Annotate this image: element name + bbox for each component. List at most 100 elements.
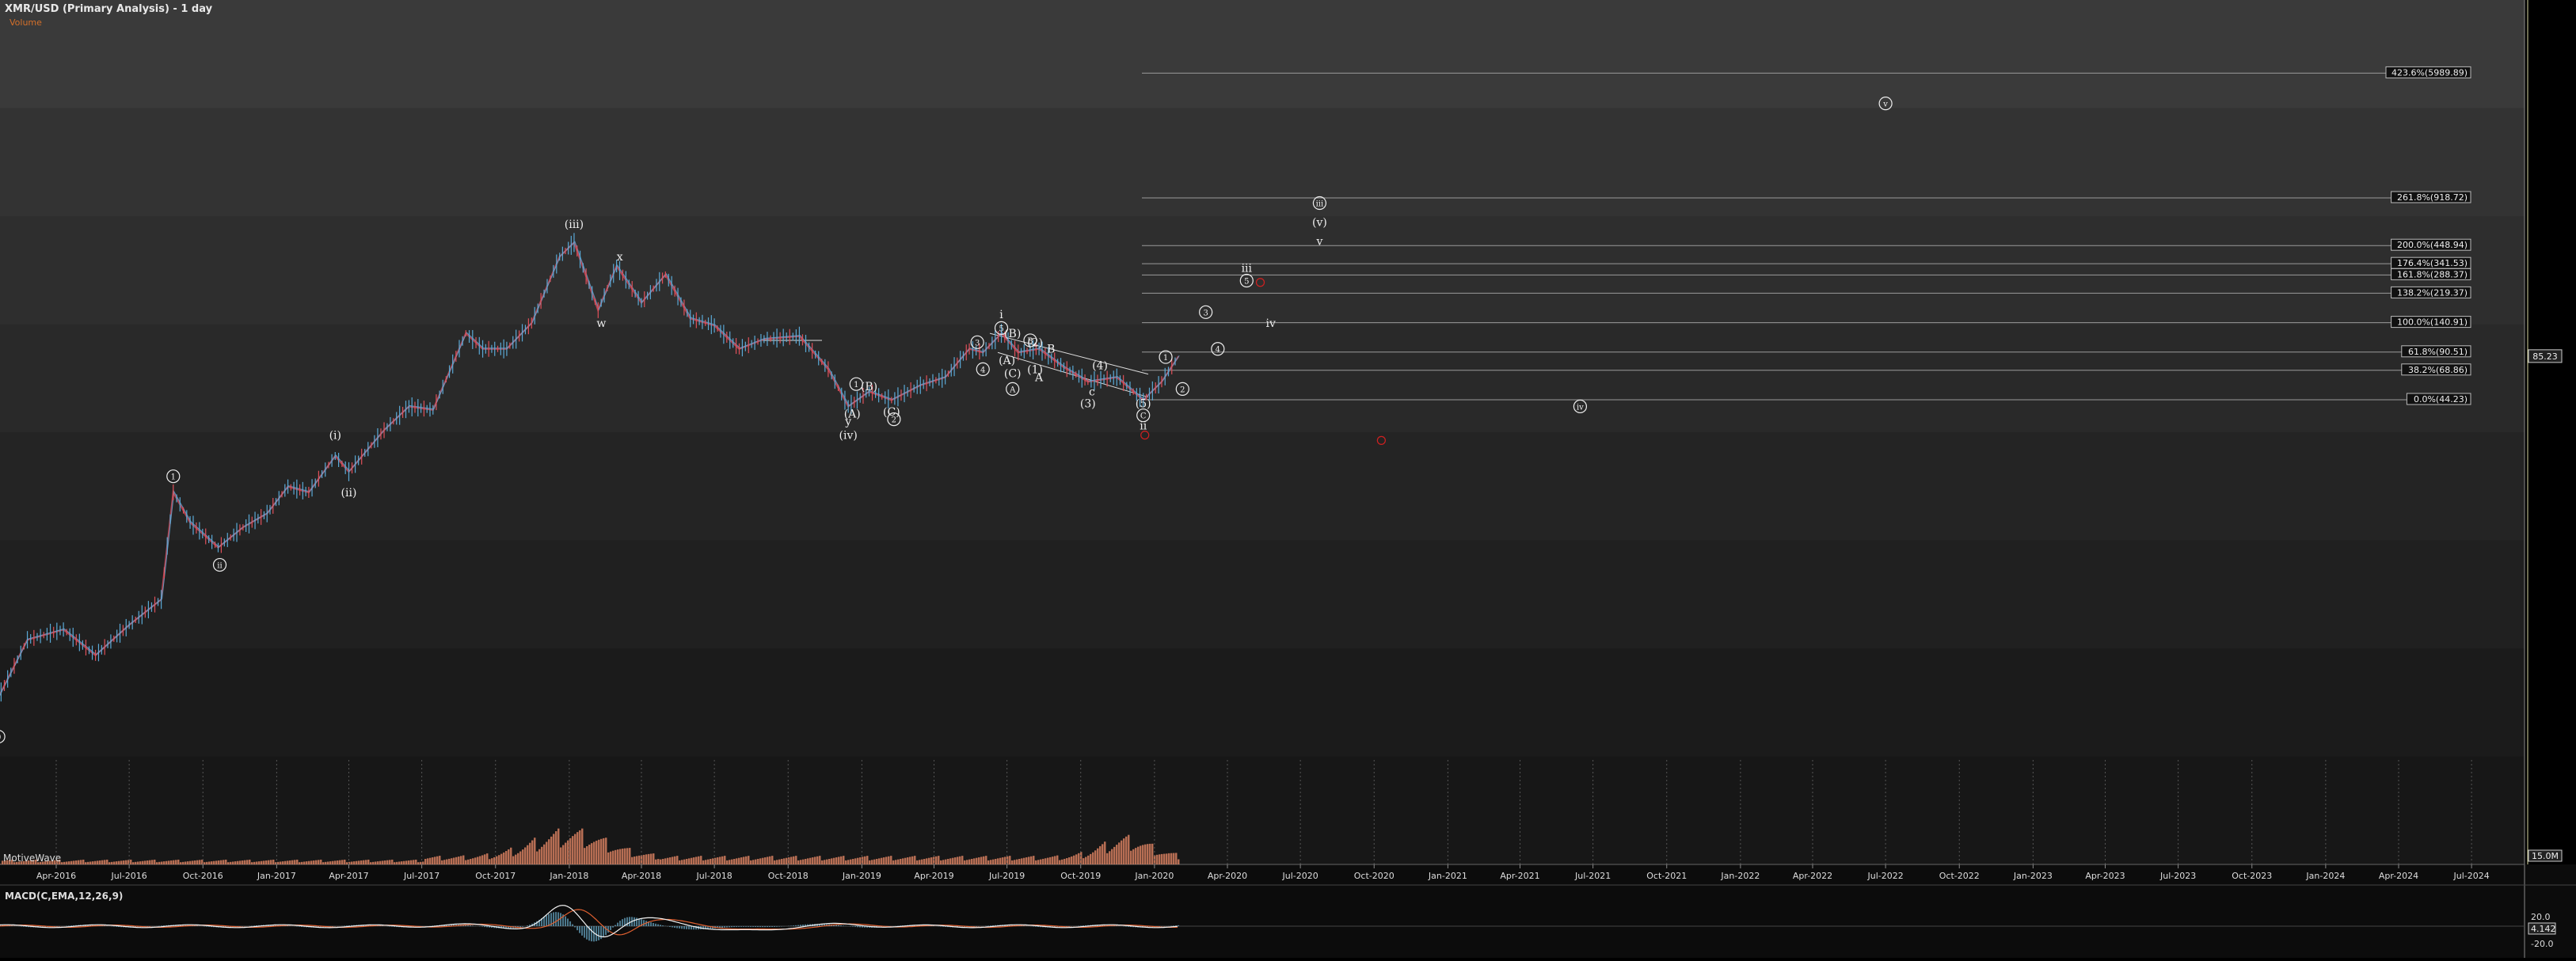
volume-bar — [584, 848, 585, 864]
volume-bar — [871, 860, 873, 864]
right-price-scale: 85.2315.0M — [2528, 350, 2562, 861]
volume-bar — [472, 858, 474, 864]
volume-bar — [919, 860, 920, 864]
volume-bar — [258, 861, 260, 864]
volume-bar — [118, 861, 120, 864]
volume-bar — [1149, 844, 1151, 864]
volume-bar — [949, 858, 951, 864]
fib-label: 161.8%(288.37) — [2397, 269, 2468, 279]
volume-bar — [593, 842, 595, 864]
volume-bar — [900, 859, 901, 864]
macd-hist-bar — [774, 926, 775, 927]
volume-bar — [168, 860, 169, 864]
volume-bar — [569, 838, 571, 864]
macd-hist-bar — [299, 926, 300, 927]
macd-hist-bar — [481, 926, 483, 927]
volume-bar — [683, 860, 685, 864]
macd-hist-bar — [548, 914, 550, 926]
fib-label: 200.0%(448.94) — [2397, 240, 2468, 250]
volume-bar — [149, 860, 150, 864]
macd-hist-bar — [519, 926, 521, 927]
chart-root: 423.6%(5989.89)261.8%(918.72)200.0%(448.… — [0, 0, 2576, 958]
volume-bar — [1064, 859, 1065, 864]
volume-bar — [432, 857, 433, 864]
macd-axis-label: -20.0 — [2531, 939, 2553, 949]
volume-bar — [339, 860, 341, 864]
volume-bar — [1097, 849, 1098, 864]
volume-bar — [386, 860, 388, 864]
macd-hist-bar — [790, 925, 792, 926]
macd-hist-bar — [617, 923, 618, 926]
volume-bar — [805, 859, 806, 864]
volume-bar — [156, 862, 158, 864]
wave-label: v — [1882, 101, 1888, 109]
macd-hist-bar — [161, 925, 162, 926]
macd-hist-bar — [567, 918, 569, 926]
volume-bar — [1009, 856, 1010, 864]
wave-label: iii — [1316, 200, 1324, 209]
volume-bar — [505, 851, 507, 864]
volume-bar — [365, 860, 367, 864]
volume-bar — [679, 860, 680, 864]
volume-bar — [123, 860, 124, 864]
volume-bar — [957, 857, 958, 864]
volume-bar — [672, 857, 673, 864]
volume-bar — [748, 856, 749, 864]
volume-bar — [705, 860, 706, 864]
macd-hist-bar — [797, 925, 799, 926]
volume-bar — [1033, 856, 1034, 864]
macd-hist-bar — [674, 926, 675, 928]
macd-hist-bar — [104, 925, 105, 926]
volume-bar — [579, 830, 580, 864]
volume-bar — [835, 857, 837, 864]
volume-bar — [1028, 857, 1029, 864]
last-price: 85.23 — [2532, 351, 2558, 362]
volume-bar — [194, 860, 196, 864]
volume-bar — [377, 861, 379, 864]
volume-bar — [170, 860, 172, 864]
volume-bar — [878, 858, 880, 864]
macd-hist-bar — [484, 926, 485, 927]
volume-bar — [175, 860, 177, 864]
macd-hist-bar — [607, 926, 609, 933]
wave-label: 4 — [980, 366, 985, 374]
x-tick-label: Apr-2016 — [36, 871, 76, 881]
volume-bar — [398, 861, 400, 864]
volume-bar — [1025, 857, 1027, 864]
volume-bar — [774, 860, 775, 864]
background-band — [0, 325, 2525, 434]
volume-bar — [1047, 858, 1048, 864]
wave-label: c — [1089, 386, 1095, 399]
wave-label: (iii) — [565, 218, 584, 231]
volume-bar — [325, 862, 326, 864]
volume-bar — [370, 862, 371, 864]
macd-hist-bar — [543, 917, 545, 926]
volume-bar — [97, 860, 98, 864]
volume-bar — [358, 860, 360, 864]
volume-bar — [177, 860, 179, 864]
wave-label: (A) — [844, 408, 861, 420]
volume-bar — [1166, 853, 1167, 864]
volume-bar — [353, 861, 355, 864]
volume-bar — [1130, 851, 1132, 864]
volume-bar — [840, 857, 842, 864]
volume-bar — [560, 848, 561, 864]
macd-hist-bar — [745, 926, 747, 927]
volume-bar — [999, 858, 1001, 864]
volume-bar — [1030, 857, 1032, 864]
volume-bar — [572, 836, 573, 864]
volume-bar — [688, 858, 690, 864]
volume-bar — [299, 862, 300, 864]
volume-bar — [101, 860, 103, 864]
volume-bar — [1002, 857, 1003, 864]
volume-bar — [413, 860, 414, 864]
macd-hist-bar — [793, 925, 794, 926]
volume-bar — [719, 857, 721, 864]
volume-bar — [242, 860, 243, 864]
volume-bar — [1159, 854, 1160, 864]
volume-bar — [498, 855, 500, 864]
volume-bar — [496, 857, 497, 864]
macd-hist-bar — [1116, 925, 1117, 926]
wave-label: (iv) — [839, 430, 858, 443]
volume-bar — [881, 858, 882, 864]
